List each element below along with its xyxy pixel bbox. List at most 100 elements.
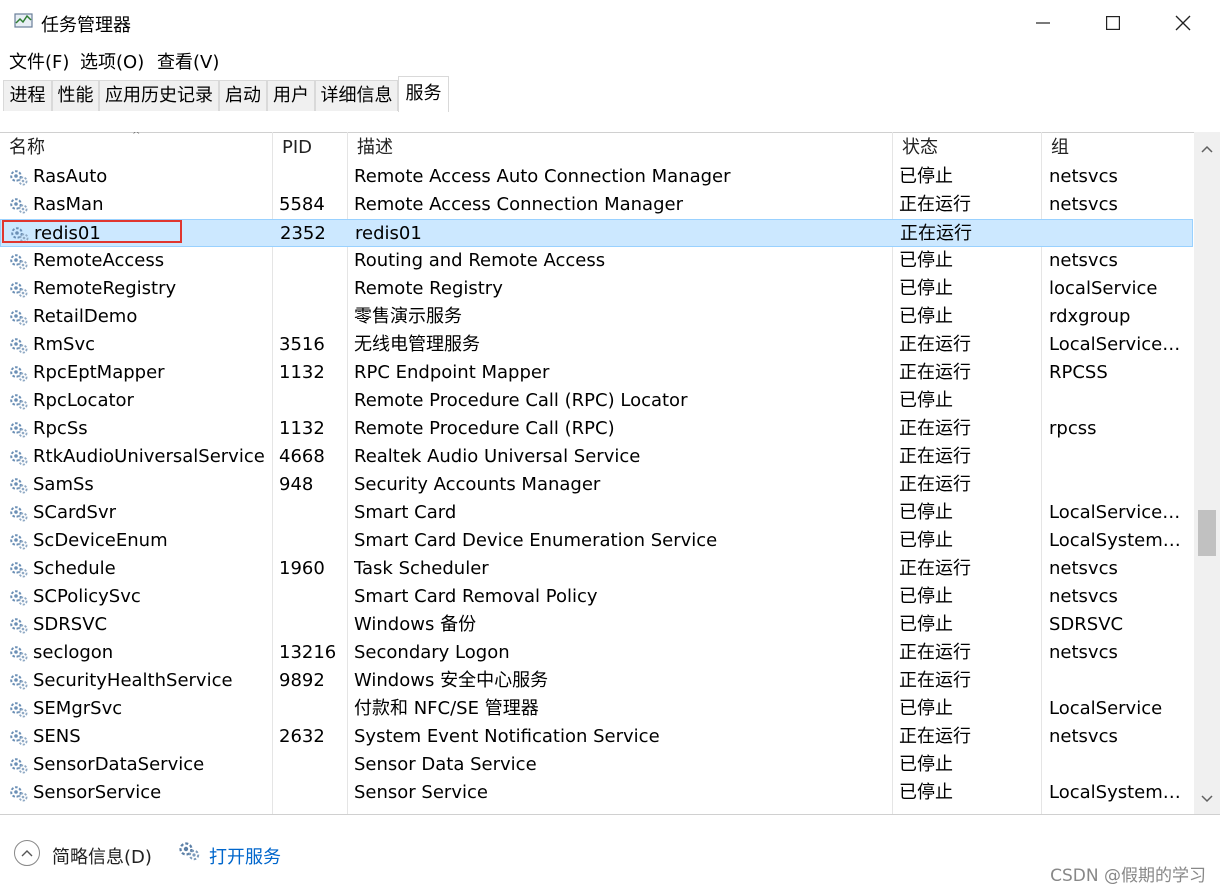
maximize-button[interactable] — [1078, 0, 1148, 46]
column-header-status[interactable]: 状态 — [893, 132, 1042, 164]
table-row[interactable]: RemoteRegistry Remote Registry 已停止 localSer… — [0, 275, 1193, 303]
cell-pid: 4668 — [279, 446, 325, 467]
table-row[interactable]: RasMan 5584 Remote Access Connection Manag… — [0, 191, 1193, 219]
cell-status: 已停止 — [899, 306, 953, 327]
cell-status: 已停止 — [899, 754, 953, 775]
table-row[interactable]: RpcLocator Remote Procedure Call (RPC) Lo… — [0, 387, 1193, 415]
cell-pid: 13216 — [279, 642, 337, 663]
cell-pid: 9892 — [279, 670, 325, 691]
table-row[interactable]: RetailDemo 零售演示服务 已停止 rdxgroup — [0, 303, 1193, 331]
cell-service-name: SCPolicySvc — [33, 586, 141, 607]
cell-description: Smart Card Device Enumeration Service — [354, 530, 718, 551]
table-row[interactable]: SCPolicySvc Smart Card Removal Policy 已停止 n… — [0, 583, 1193, 611]
tab-users[interactable]: 用户 — [267, 80, 315, 111]
table-row[interactable]: SEMgrSvc 付款和 NFC/SE 管理器 已停止 LocalService — [0, 695, 1193, 723]
cell-service-name: RemoteRegistry — [33, 278, 177, 299]
tab-startup[interactable]: 启动 — [219, 80, 267, 111]
open-services-link[interactable]: 打开服务 — [209, 843, 281, 869]
brief-info-toggle[interactable] — [14, 840, 40, 866]
cell-group — [1049, 387, 1189, 415]
cell-service-name: SEMgrSvc — [33, 698, 123, 719]
chevron-up-icon — [1201, 145, 1213, 153]
tab-app-history[interactable]: 应用历史记录 — [99, 80, 219, 111]
cell-status: 正在运行 — [899, 446, 971, 467]
cell-service-name: RpcLocator — [33, 390, 134, 411]
scroll-up-button[interactable] — [1194, 136, 1220, 162]
cell-description: Smart Card Removal Policy — [354, 586, 598, 607]
cell-group: LocalService — [1049, 698, 1163, 719]
menu-file[interactable]: 文件(F) — [9, 48, 69, 74]
brief-info-button[interactable]: 简略信息(D) — [52, 843, 152, 869]
tab-processes[interactable]: 进程 — [3, 80, 52, 111]
service-gear-icon — [10, 590, 28, 606]
table-row[interactable]: SCardSvr Smart Card 已停止 LocalServiceA... — [0, 499, 1193, 527]
table-row[interactable]: SensorService Sensor Service 已停止 LocalSyste… — [0, 779, 1193, 807]
cell-group: LocalSystemN... — [1049, 530, 1189, 551]
table-row[interactable]: RmSvc 3516 无线电管理服务 正在运行 LocalServiceN... — [0, 331, 1193, 359]
tab-performance[interactable]: 性能 — [52, 80, 99, 111]
table-row[interactable]: SensorDataService Sensor Data Service 已停止 — [0, 751, 1193, 779]
scrollbar-thumb[interactable] — [1198, 510, 1216, 556]
cell-group: netsvcs — [1049, 166, 1118, 187]
cell-group — [1049, 443, 1189, 471]
menu-view[interactable]: 查看(V) — [157, 48, 219, 74]
chevron-down-icon — [1201, 795, 1213, 803]
tab-details[interactable]: 详细信息 — [315, 80, 398, 111]
watermark: CSDN @假期的学习 — [1050, 866, 1206, 886]
cell-description: Remote Procedure Call (RPC) — [354, 418, 615, 439]
cell-description: Realtek Audio Universal Service — [354, 446, 641, 467]
cell-service-name: RasAuto — [33, 166, 108, 187]
table-row[interactable]: RasAuto Remote Access Auto Connection Man… — [0, 163, 1193, 191]
table-row[interactable]: Schedule 1960 Task Scheduler 正在运行 netsvcs — [0, 555, 1193, 583]
close-icon — [1175, 15, 1191, 31]
cell-description: Security Accounts Manager — [354, 474, 601, 495]
close-button[interactable] — [1148, 0, 1218, 46]
column-header-description[interactable]: 描述 — [348, 132, 893, 164]
cell-service-name: SCardSvr — [33, 502, 117, 523]
table-row[interactable]: SENS 2632 System Event Notification Servic… — [0, 723, 1193, 751]
cell-description: Remote Registry — [354, 278, 503, 299]
cell-description: redis01 — [355, 223, 422, 244]
services-gear-icon — [179, 842, 200, 861]
tab-services[interactable]: 服务 — [398, 76, 449, 113]
minimize-button[interactable] — [1008, 0, 1078, 46]
cell-service-name: RmSvc — [33, 334, 96, 355]
table-row[interactable]: SamSs 948 Security Accounts Manager 正在运行 — [0, 471, 1193, 499]
table-row[interactable]: SDRSVC Windows 备份 已停止 SDRSVC — [0, 611, 1193, 639]
cell-status: 已停止 — [899, 614, 953, 635]
table-row[interactable]: RemoteAccess Routing and Remote Access 已停止… — [0, 247, 1193, 275]
column-header-group[interactable]: 组 — [1042, 132, 1194, 164]
cell-status: 正在运行 — [899, 474, 971, 495]
cell-pid — [279, 499, 343, 527]
cell-status: 正在运行 — [900, 223, 972, 244]
cell-description: Sensor Service — [354, 782, 488, 803]
service-gear-icon — [10, 730, 28, 746]
vertical-scrollbar[interactable] — [1194, 132, 1220, 814]
service-gear-icon — [10, 506, 28, 522]
service-gear-icon — [10, 758, 28, 774]
cell-description: Routing and Remote Access — [354, 250, 606, 271]
menu-options[interactable]: 选项(O) — [80, 48, 144, 74]
table-row[interactable]: ScDeviceEnum Smart Card Device Enumeratio… — [0, 527, 1193, 555]
cell-pid — [279, 779, 343, 807]
cell-status: 已停止 — [899, 390, 953, 411]
cell-service-name: SensorService — [33, 782, 162, 803]
cell-status: 已停止 — [899, 166, 953, 187]
cell-description: Smart Card — [354, 502, 457, 523]
column-header-pid[interactable]: PID — [273, 132, 348, 164]
cell-group: RPCSS — [1049, 362, 1108, 383]
cell-service-name: seclogon — [33, 642, 114, 663]
table-row[interactable]: RpcSs 1132 Remote Procedure Call (RPC) 正在运行… — [0, 415, 1193, 443]
table-row[interactable]: SecurityHealthService 9892 Windows 安全中心服务 正… — [0, 667, 1193, 695]
cell-service-name: RemoteAccess — [33, 250, 165, 271]
cell-description: Windows 安全中心服务 — [354, 670, 549, 691]
column-header-name[interactable]: 名称 ^ — [0, 132, 273, 164]
service-gear-icon — [10, 618, 28, 634]
table-row[interactable]: seclogon 13216 Secondary Logon 正在运行 netsvcs — [0, 639, 1193, 667]
cell-status: 正在运行 — [899, 642, 971, 663]
scroll-down-button[interactable] — [1194, 786, 1220, 812]
table-row[interactable]: RpcEptMapper 1132 RPC Endpoint Mapper 正在运行 R… — [0, 359, 1193, 387]
table-row[interactable]: RtkAudioUniversalService 4668 Realtek Audi… — [0, 443, 1193, 471]
cell-group — [1049, 667, 1189, 695]
service-gear-icon — [10, 338, 28, 354]
